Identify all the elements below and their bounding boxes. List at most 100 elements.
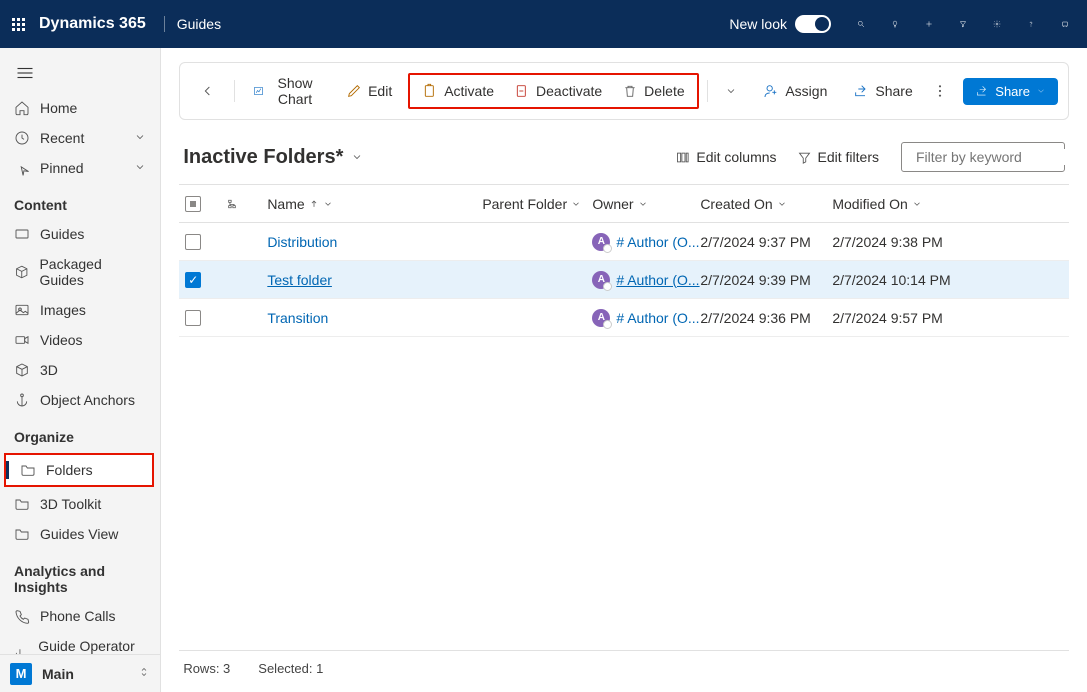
grid-header-row: Name Parent Folder Owner Created On [179, 185, 1069, 223]
th-label: Created On [700, 196, 772, 212]
new-look-toggle[interactable] [795, 15, 831, 33]
area-switcher[interactable]: M Main [0, 654, 160, 692]
cmd-label: Share [995, 84, 1030, 99]
sidebar-item-videos[interactable]: Videos [0, 325, 160, 355]
vh-label: Edit columns [696, 149, 776, 165]
sidebar-label-home: Home [40, 100, 77, 116]
cmd-label: Activate [444, 83, 494, 99]
overflow-chevron-button[interactable] [715, 79, 747, 103]
table-row[interactable]: DistributionA# Author (O...2/7/2024 9:37… [179, 223, 1069, 261]
th-label: Name [267, 196, 304, 212]
chevron-down-icon [571, 199, 581, 209]
sidebar-item-pinned[interactable]: Pinned [0, 153, 160, 183]
cube-icon [14, 362, 30, 378]
lightbulb-icon[interactable] [885, 14, 905, 34]
select-all-checkbox[interactable] [185, 196, 201, 212]
sidebar-item-packaged-guides[interactable]: Packaged Guides [0, 249, 160, 295]
sidebar-section-content: Content [0, 183, 160, 219]
cmd-label: Edit [368, 83, 392, 99]
modified-on-column-header[interactable]: Modified On [832, 196, 982, 212]
edit-columns-button[interactable]: Edit columns [665, 143, 786, 171]
command-bar: Show Chart Edit Activate Deactivate Dele… [179, 62, 1069, 120]
created-on-column-header[interactable]: Created On [700, 196, 832, 212]
sidebar-item-images[interactable]: Images [0, 295, 160, 325]
sidebar-label: Guides [40, 226, 84, 242]
modified-on-value: 2/7/2024 10:14 PM [832, 272, 982, 288]
help-icon[interactable] [1021, 14, 1041, 34]
table-row[interactable]: Test folderA# Author (O...2/7/2024 9:39 … [179, 261, 1069, 299]
sidebar-item-recent[interactable]: Recent [0, 123, 160, 153]
divider [707, 80, 708, 102]
sidebar-label: Guide Operator S... [38, 638, 146, 654]
sidebar-label: Videos [40, 332, 83, 348]
sidebar-item-3d-toolkit[interactable]: 3D Toolkit [0, 489, 160, 519]
name-column-header[interactable]: Name [267, 196, 482, 212]
back-button[interactable] [190, 77, 226, 105]
filter-funnel-icon[interactable] [953, 14, 973, 34]
share-primary-button[interactable]: Share [963, 78, 1058, 105]
edit-button[interactable]: Edit [336, 77, 402, 105]
more-commands-button[interactable] [929, 83, 952, 99]
owner-link[interactable]: # Author (O... [616, 234, 699, 250]
cmd-label: Delete [644, 83, 684, 99]
app-name: Dynamics 365 [39, 15, 146, 33]
sidebar-item-guides[interactable]: Guides [0, 219, 160, 249]
assign-button[interactable]: Assign [753, 77, 837, 105]
filter-keyword-input[interactable] [916, 149, 1087, 165]
gear-icon[interactable] [987, 14, 1007, 34]
hierarchy-column-header[interactable] [227, 199, 267, 209]
sidebar-item-guides-view[interactable]: Guides View [0, 519, 160, 549]
delete-button[interactable]: Delete [612, 77, 694, 105]
app-top-bar: Dynamics 365 Guides New look [0, 0, 1087, 48]
sidebar-item-guide-operator[interactable]: Guide Operator S... [0, 631, 160, 654]
search-icon[interactable] [851, 14, 871, 34]
sidebar-item-folders[interactable]: Folders [6, 455, 152, 485]
plus-icon[interactable] [919, 14, 939, 34]
sidebar-item-object-anchors[interactable]: Object Anchors [0, 385, 160, 415]
th-label: Owner [592, 196, 633, 212]
share-button[interactable]: Share [843, 77, 922, 105]
folder-icon [20, 462, 36, 478]
record-name-link[interactable]: Transition [267, 310, 328, 326]
row-checkbox[interactable] [185, 234, 201, 250]
area-label: Main [42, 666, 74, 682]
row-checkbox[interactable] [185, 272, 201, 288]
folder-icon [14, 526, 30, 542]
cmd-label: Share [875, 83, 912, 99]
sidebar-label: Object Anchors [40, 392, 135, 408]
image-icon [14, 302, 30, 318]
record-name-link[interactable]: Test folder [267, 272, 332, 288]
vh-label: Edit filters [818, 149, 879, 165]
sidebar-label: Guides View [40, 526, 118, 542]
view-selector[interactable]: Inactive Folders* [183, 146, 363, 169]
record-name-link[interactable]: Distribution [267, 234, 337, 250]
owner-link[interactable]: # Author (O... [616, 310, 699, 326]
owner-link[interactable]: # Author (O... [616, 272, 699, 288]
clock-icon [14, 130, 30, 146]
package-icon [14, 264, 29, 280]
sidebar-section-organize: Organize [0, 415, 160, 451]
area-badge: M [10, 663, 32, 685]
deactivate-button[interactable]: Deactivate [504, 77, 612, 105]
app-launcher-icon[interactable] [12, 18, 25, 31]
activate-deactivate-delete-annotation: Activate Deactivate Delete [408, 73, 698, 109]
chevron-down-icon [134, 160, 146, 176]
parent-folder-column-header[interactable]: Parent Folder [482, 196, 592, 212]
filter-keyword-box[interactable] [901, 142, 1065, 172]
owner-column-header[interactable]: Owner [592, 196, 700, 212]
sidebar-item-3d[interactable]: 3D [0, 355, 160, 385]
sidebar-item-home[interactable]: Home [0, 93, 160, 123]
sidebar-item-phone-calls[interactable]: Phone Calls [0, 601, 160, 631]
assistant-icon[interactable] [1055, 14, 1075, 34]
show-chart-button[interactable]: Show Chart [243, 69, 330, 113]
table-row[interactable]: TransitionA# Author (O...2/7/2024 9:36 P… [179, 299, 1069, 337]
edit-filters-button[interactable]: Edit filters [787, 143, 889, 171]
new-look-label: New look [729, 16, 787, 32]
activate-button[interactable]: Activate [412, 77, 504, 105]
row-checkbox[interactable] [185, 310, 201, 326]
chevron-down-icon [323, 199, 333, 209]
sidebar-label: Images [40, 302, 86, 318]
home-icon [14, 100, 30, 116]
sidebar-collapse-button[interactable] [0, 52, 160, 93]
video-icon [14, 332, 30, 348]
